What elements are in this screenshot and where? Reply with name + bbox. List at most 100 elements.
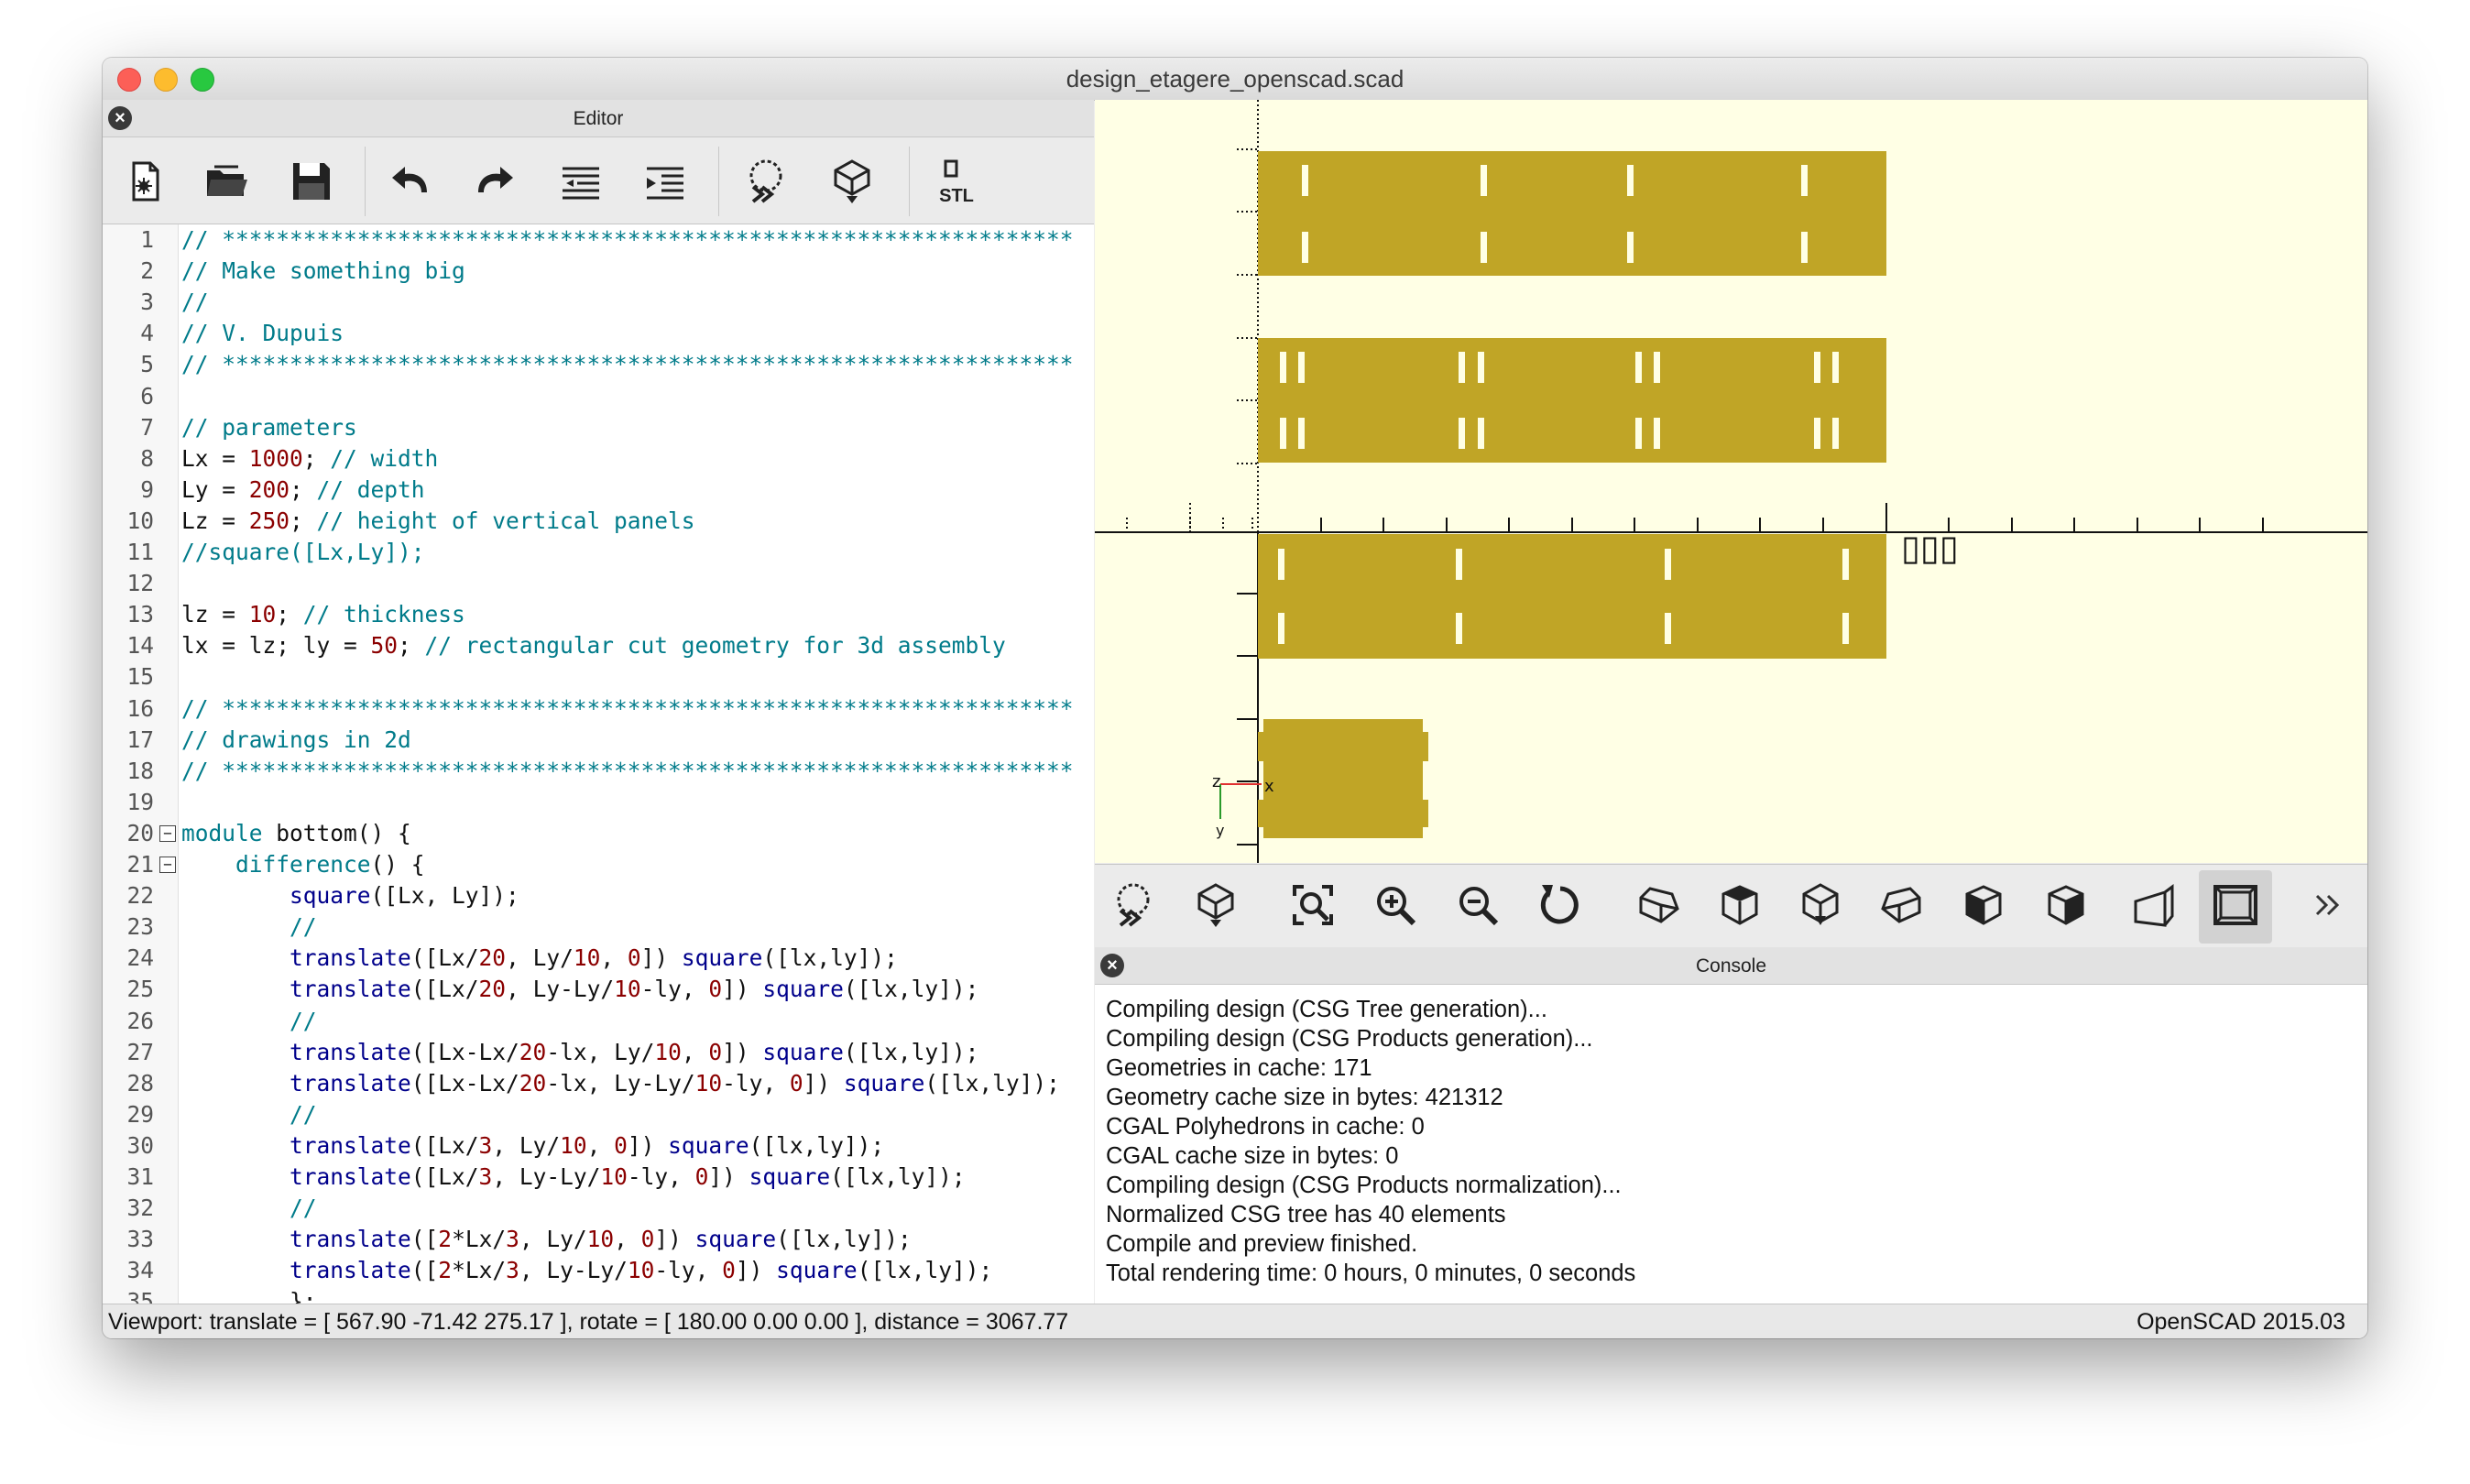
code-token: // height of vertical panels <box>316 507 695 534</box>
code-token: square <box>681 944 763 972</box>
code-line[interactable]: 22 square([Lx, Ly]); <box>103 880 1094 911</box>
code-line[interactable]: 5 // ************************************… <box>103 349 1094 380</box>
render-icon[interactable] <box>1190 879 1241 931</box>
preview-icon[interactable] <box>740 156 792 207</box>
fold-toggle-icon[interactable]: − <box>159 857 176 873</box>
code-token: ]) <box>627 1131 669 1159</box>
code-token: ; <box>302 444 331 472</box>
view-bottom-icon[interactable] <box>1795 879 1846 931</box>
code-line[interactable]: 6 <box>103 381 1094 412</box>
code-line[interactable]: 15 <box>103 661 1094 693</box>
code-line[interactable]: 33 translate([2*Lx/3, Ly/10, 0]) square(… <box>103 1224 1094 1255</box>
line-number: 8 <box>140 444 154 472</box>
code-token: square <box>694 1226 777 1253</box>
line-number: 25 <box>126 976 154 1003</box>
code-line[interactable]: 26 // <box>103 1006 1094 1037</box>
code-token: ; <box>290 507 317 534</box>
code-line[interactable]: 4 // V. Dupuis <box>103 318 1094 349</box>
export-stl-icon[interactable]: STL <box>931 156 982 207</box>
code-line[interactable]: 25 translate([Lx/20, Ly-Ly/10-ly, 0]) sq… <box>103 974 1094 1005</box>
code-line[interactable]: 30 translate([Lx/3, Ly/10, 0]) square([l… <box>103 1130 1094 1162</box>
code-token: *Lx/ <box>452 1257 507 1284</box>
openscad-window: design_etagere_openscad.scad × Editor ST… <box>103 58 2367 1338</box>
code-line[interactable]: 2 // Make something big <box>103 256 1094 287</box>
code-line[interactable]: 13 lz = 10; // thickness <box>103 599 1094 630</box>
code-line[interactable]: 3 // <box>103 287 1094 318</box>
code-line[interactable]: 17 // drawings in 2d <box>103 725 1094 756</box>
code-line[interactable]: 11 //square([Lx,Ly]); <box>103 537 1094 568</box>
code-token: ([lx,ly]); <box>830 1163 966 1190</box>
view-left-icon[interactable] <box>1875 879 1927 931</box>
line-number: 15 <box>126 663 154 691</box>
code-line[interactable]: 27 translate([Lx-Lx/20-lx, Ly/10, 0]) sq… <box>103 1037 1094 1068</box>
redo-icon[interactable] <box>469 156 520 207</box>
code-line[interactable]: 34 translate([2*Lx/3, Ly-Ly/10-ly, 0]) s… <box>103 1255 1094 1286</box>
code-line[interactable]: 35 }; <box>103 1286 1094 1304</box>
code-token: ([lx,ly]); <box>762 944 898 972</box>
undo-icon[interactable] <box>385 156 436 207</box>
code-line[interactable]: 1 // ************************************… <box>103 224 1094 256</box>
orthogonal-icon[interactable] <box>2210 879 2261 931</box>
status-bar: Viewport: translate = [ 567.90 -71.42 27… <box>103 1304 2367 1338</box>
view-top-icon[interactable] <box>1714 879 1765 931</box>
code-text: translate([Lx/20, Ly/10, 0]) square([lx,… <box>181 943 898 974</box>
unindent-icon[interactable] <box>555 156 607 207</box>
view-right-icon[interactable] <box>1634 879 1685 931</box>
code-line[interactable]: 23 // <box>103 911 1094 943</box>
preview-icon[interactable] <box>1108 879 1159 931</box>
perspective-icon[interactable] <box>2128 879 2180 931</box>
reset-view-icon[interactable] <box>1535 879 1586 931</box>
code-line[interactable]: 7 // parameters <box>103 412 1094 443</box>
code-line[interactable]: 21− difference() { <box>103 849 1094 880</box>
code-line[interactable]: 10 Lz = 250; // height of vertical panels <box>103 506 1094 537</box>
render-icon[interactable] <box>826 156 878 207</box>
open-file-icon[interactable] <box>202 156 253 207</box>
fold-toggle-icon[interactable]: − <box>159 824 176 842</box>
code-line[interactable]: 19 <box>103 787 1094 818</box>
line-number: 23 <box>126 913 154 941</box>
code-line[interactable]: 16 // ***********************************… <box>103 693 1094 725</box>
code-line[interactable]: 18 // ***********************************… <box>103 756 1094 787</box>
code-text: translate([Lx/3, Ly/10, 0]) square([lx,l… <box>181 1130 884 1162</box>
code-token: // *************************************… <box>181 757 1074 784</box>
code-editor[interactable]: 1 // ************************************… <box>103 224 1094 1304</box>
code-token: translate <box>290 1226 411 1253</box>
indent-icon[interactable] <box>639 156 691 207</box>
code-token: // parameters <box>181 413 357 441</box>
code-line[interactable]: 31 translate([Lx/3, Ly-Ly/10-ly, 0]) squ… <box>103 1162 1094 1193</box>
code-token: ]) <box>640 944 682 972</box>
code-token: translate <box>290 944 411 972</box>
line-number: 2 <box>140 257 154 285</box>
console-line: Geometry cache size in bytes: 421312 <box>1106 1085 1503 1110</box>
line-number: 29 <box>126 1100 154 1128</box>
code-line[interactable]: 9 Ly = 200; // depth <box>103 475 1094 506</box>
view-back-icon[interactable] <box>2040 879 2092 931</box>
code-line[interactable]: 24 translate([Lx/20, Ly/10, 0]) square([… <box>103 943 1094 974</box>
code-token: 20 <box>519 1069 547 1097</box>
view-all-icon[interactable] <box>1287 879 1339 931</box>
line-number: 26 <box>126 1007 154 1034</box>
code-line[interactable]: 29 // <box>103 1099 1094 1130</box>
code-line[interactable]: 32 // <box>103 1193 1094 1224</box>
code-line[interactable]: 14 lx = lz; ly = 50; // rectangular cut g… <box>103 630 1094 661</box>
new-file-icon[interactable] <box>119 156 170 207</box>
code-line[interactable]: 28 translate([Lx-Lx/20-lx, Ly-Ly/10-ly, … <box>103 1068 1094 1099</box>
3d-viewport[interactable]: ▯▯▯ z x y <box>1095 100 2367 863</box>
view-front-icon[interactable] <box>1958 879 2009 931</box>
code-token: () { <box>370 851 425 878</box>
code-text: // <box>181 911 317 943</box>
code-text: // *************************************… <box>181 224 1074 256</box>
line-number: 1 <box>140 226 154 253</box>
save-icon[interactable] <box>286 156 337 207</box>
code-line[interactable]: 12 <box>103 568 1094 599</box>
zoom-out-icon[interactable] <box>1452 879 1503 931</box>
more-icon[interactable] <box>2310 879 2350 931</box>
code-line[interactable]: 8 Lx = 1000; // width <box>103 443 1094 475</box>
code-line[interactable]: 20− module bottom() { <box>103 818 1094 849</box>
zoom-in-icon[interactable] <box>1370 879 1421 931</box>
console-panel: × Console Compiling design (CSG Tree gen… <box>1095 947 2367 1304</box>
code-token: -lx, Ly-Ly/ <box>546 1069 695 1097</box>
